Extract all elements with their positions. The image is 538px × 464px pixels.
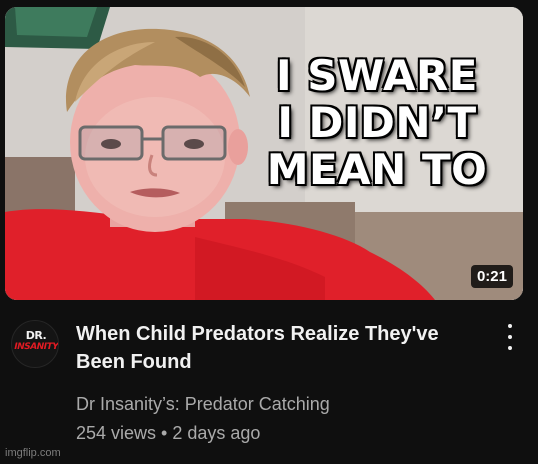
watermark: imgflip.com [5,447,61,459]
avatar-logo-line1: DR. [25,329,47,342]
ellipsis-dot [508,346,512,350]
channel-avatar[interactable]: DR. INSANITY [11,320,59,368]
video-thumbnail[interactable]: I SWARE I DIDN’T MEAN TO 0:21 [5,7,523,300]
channel-name[interactable]: Dr Insanity’s: Predator Catching [76,392,330,416]
video-title[interactable]: When Child Predators Realize They've Bee… [76,320,486,376]
video-stats: 254 views • 2 days ago [76,421,260,445]
duration-badge: 0:21 [470,265,513,288]
thumbnail-caption: I SWARE I DIDN’T MEAN TO [266,51,488,194]
video-card: I SWARE I DIDN’T MEAN TO 0:21 DR. INSANI… [0,0,538,464]
vertical-ellipsis-icon[interactable] [500,322,520,352]
view-count: 254 views [76,423,157,443]
ellipsis-dot [508,324,512,328]
avatar-logo: DR. INSANITY [12,329,59,353]
avatar-logo-line2: INSANITY [12,342,59,352]
upload-age: 2 days ago [172,423,261,443]
ellipsis-dot [508,335,512,339]
stats-separator: • [161,423,168,443]
